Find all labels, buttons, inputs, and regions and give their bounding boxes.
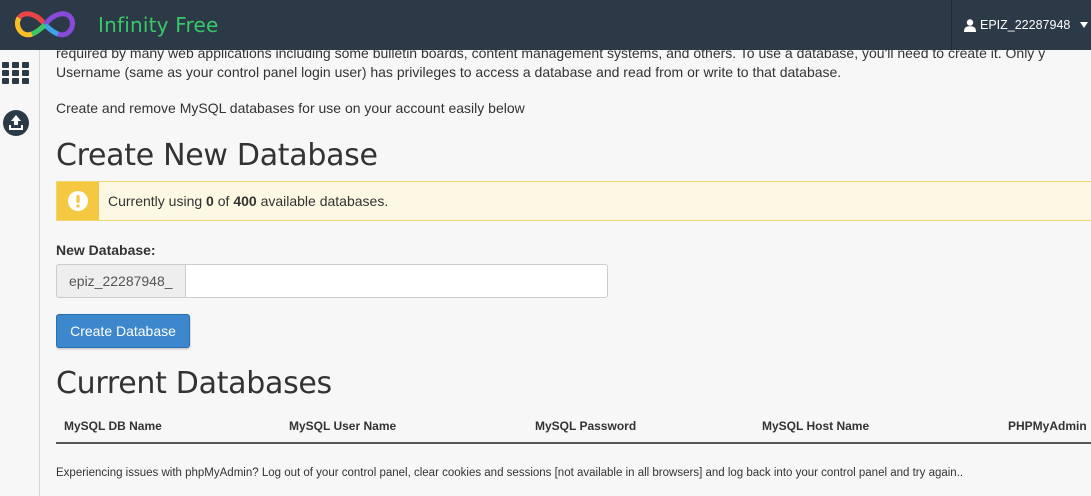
infinity-logo-icon[interactable] <box>10 6 80 44</box>
alert-text: Currently using 0 of 400 available datab… <box>99 193 388 209</box>
column-host-name: MySQL Host Name <box>762 419 870 433</box>
intro-line-3: Create and remove MySQL databases for us… <box>56 100 525 116</box>
alert-of: of <box>217 193 230 209</box>
new-database-label: New Database: <box>56 242 156 258</box>
user-icon <box>964 18 976 32</box>
alert-prefix: Currently using <box>108 193 203 209</box>
limit-count: 400 <box>233 193 257 209</box>
user-menu[interactable]: EPIZ_22287948 <box>951 0 1091 50</box>
database-prefix: epiz_22287948_ <box>56 264 185 298</box>
exclamation-icon <box>68 191 88 211</box>
apps-grid-icon[interactable] <box>2 62 29 84</box>
top-navbar: Infinity Free EPIZ_22287948 <box>0 0 1091 50</box>
intro-line-1: required by many web applications includ… <box>56 50 1046 61</box>
alert-suffix: available databases. <box>260 193 389 209</box>
intro-text: required by many web applications includ… <box>56 50 1091 82</box>
intro-line-2: Username (same as your control panel log… <box>56 64 842 80</box>
column-phpmyadmin: PHPMyAdmin <box>1008 419 1087 433</box>
create-database-button[interactable]: Create Database <box>56 314 190 348</box>
database-usage-alert: Currently using 0 of 400 available datab… <box>56 181 1091 221</box>
username-label: EPIZ_22287948 <box>980 18 1071 32</box>
used-count: 0 <box>206 193 214 209</box>
sidebar <box>0 50 40 496</box>
current-databases-title: Current Databases <box>56 366 332 401</box>
caret-down-icon <box>1080 22 1089 28</box>
main-content: required by many web applications includ… <box>56 50 1091 496</box>
brand-name[interactable]: Infinity Free <box>98 13 218 37</box>
column-db-name: MySQL DB Name <box>64 419 162 433</box>
upload-icon[interactable] <box>3 110 29 136</box>
alert-icon-box <box>57 182 99 220</box>
new-database-input[interactable] <box>184 264 608 298</box>
new-database-input-group: epiz_22287948_ <box>56 264 608 298</box>
databases-table-header: MySQL DB Name MySQL User Name MySQL Pass… <box>56 412 1091 444</box>
phpmyadmin-footnote: Experiencing issues with phpMyAdmin? Log… <box>56 467 964 479</box>
column-user-name: MySQL User Name <box>289 419 397 433</box>
column-password: MySQL Password <box>535 419 637 433</box>
create-database-title: Create New Database <box>56 138 378 173</box>
